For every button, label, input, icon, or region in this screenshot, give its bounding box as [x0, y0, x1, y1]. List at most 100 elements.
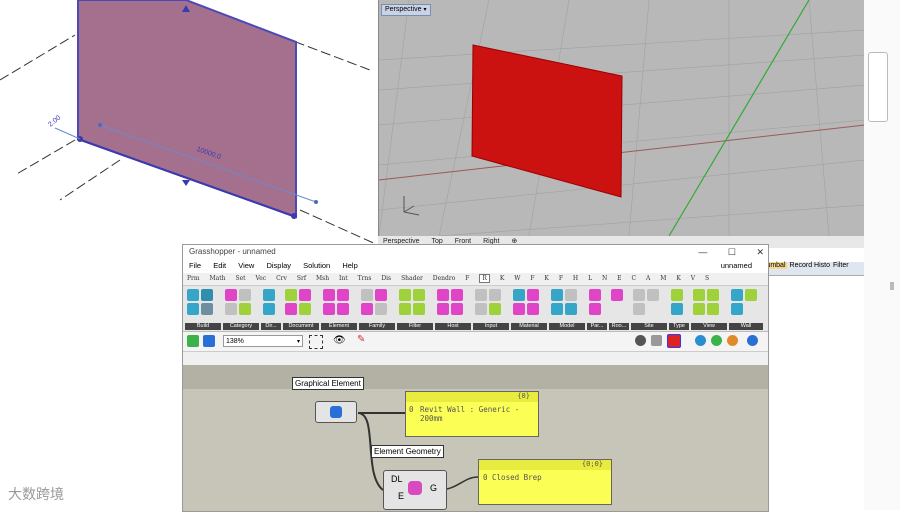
save-file-icon[interactable]: [203, 335, 215, 347]
preview-orange-icon[interactable]: [727, 335, 738, 346]
graphical-element-component[interactable]: [315, 401, 357, 423]
tab-dendro[interactable]: Dendro: [433, 275, 456, 282]
group-wall[interactable]: Wall: [729, 288, 763, 330]
scroll-thumb[interactable]: [890, 282, 894, 290]
tab-crv[interactable]: Crv: [276, 275, 287, 282]
menu-bar: File Edit View Display Solution Help unn…: [183, 259, 768, 273]
group-material[interactable]: Material: [511, 288, 547, 330]
tab-f3[interactable]: F: [559, 275, 563, 282]
group-category[interactable]: Category: [223, 288, 259, 330]
osnap-panel: Gumbal Record Histo Filter: [757, 262, 865, 276]
group-room-label: Roo...: [609, 323, 629, 330]
group-build[interactable]: Build: [185, 288, 221, 330]
panel-text: Closed Brep: [492, 473, 542, 482]
zoom-dropdown[interactable]: 138% ▾: [223, 335, 303, 347]
group-room[interactable]: Roo...: [609, 288, 629, 330]
preview-shaded-icon[interactable]: [667, 334, 681, 348]
tab-set[interactable]: Set: [235, 275, 245, 282]
tab-trns[interactable]: Trns: [358, 275, 372, 282]
rhino-viewport[interactable]: Perspective ▾: [378, 0, 866, 248]
tab-a[interactable]: A: [646, 275, 650, 282]
wires: [357, 412, 479, 491]
panel-header: {0;0}: [479, 460, 611, 470]
tab-dis[interactable]: Dis: [381, 275, 391, 282]
group-element[interactable]: Element: [321, 288, 357, 330]
group-host[interactable]: Host: [435, 288, 471, 330]
group-host-label: Host: [435, 323, 471, 330]
brep-output-panel[interactable]: {0;0} 0 Closed Brep: [478, 459, 612, 505]
tab-c[interactable]: C: [631, 275, 636, 282]
group-family[interactable]: Family: [359, 288, 395, 330]
graphical-element-label: Graphical Element: [292, 377, 364, 390]
viewport-label[interactable]: Perspective ▾: [381, 4, 431, 16]
tab-vec[interactable]: Vec: [255, 275, 266, 282]
tab-k3[interactable]: K: [676, 275, 680, 282]
wall-output-panel[interactable]: {0} 0 Revit Wall : Generic - 200mm: [405, 391, 539, 437]
group-category-label: Category: [223, 323, 259, 330]
preview-green-icon[interactable]: [711, 335, 722, 346]
group-parameter[interactable]: Par...: [587, 288, 607, 330]
tab-e[interactable]: E: [617, 275, 621, 282]
tab-prm[interactable]: Prm: [187, 275, 200, 282]
minimize-button[interactable]: —: [698, 247, 707, 257]
group-directshape[interactable]: Dir...: [261, 288, 281, 330]
tab-n[interactable]: N: [602, 275, 607, 282]
element-geometry-label: Element Geometry: [371, 445, 444, 458]
menu-file[interactable]: File: [189, 261, 201, 270]
gh-canvas[interactable]: Graphical Element {0} 0 Revit Wall : Gen…: [183, 365, 768, 511]
group-document[interactable]: Document: [283, 288, 319, 330]
grasshopper-window: Grasshopper - unnamed — ☐ ✕ File Edit Vi…: [182, 244, 769, 512]
group-view[interactable]: View: [691, 288, 727, 330]
open-file-icon[interactable]: [187, 335, 199, 347]
sketch-icon[interactable]: [309, 335, 323, 349]
chevron-down-icon[interactable]: ▾: [424, 7, 427, 13]
tab-f[interactable]: F: [465, 275, 469, 282]
group-input[interactable]: Input: [473, 288, 509, 330]
title-bar[interactable]: Grasshopper - unnamed — ☐ ✕: [183, 245, 768, 259]
record-history-toggle[interactable]: Record Histo: [790, 262, 830, 269]
tab-l[interactable]: L: [588, 275, 592, 282]
tab-int[interactable]: Int: [339, 275, 348, 282]
tab-k[interactable]: K: [500, 275, 504, 282]
input-e[interactable]: E: [398, 491, 404, 501]
element-geometry-component[interactable]: DL E G: [383, 470, 447, 510]
tab-v[interactable]: V: [691, 275, 695, 282]
tab-h[interactable]: H: [573, 275, 578, 282]
preview-selected-icon[interactable]: [695, 335, 706, 346]
close-button[interactable]: ✕: [756, 247, 764, 257]
right-sidebar: [864, 0, 900, 510]
tab-k2[interactable]: K: [544, 275, 548, 282]
group-model[interactable]: Model: [549, 288, 585, 330]
menu-solution[interactable]: Solution: [303, 261, 330, 270]
preview-none-icon[interactable]: [635, 335, 646, 346]
tab-w[interactable]: W: [514, 275, 520, 282]
group-filter[interactable]: Filter: [397, 288, 433, 330]
menu-view[interactable]: View: [238, 261, 254, 270]
group-type[interactable]: Type: [669, 288, 689, 330]
tab-math[interactable]: Math: [210, 275, 226, 282]
output-g[interactable]: G: [430, 483, 437, 493]
input-dl[interactable]: DL: [391, 474, 403, 484]
eye-icon[interactable]: 👁: [333, 335, 346, 346]
tab-shader[interactable]: Shader: [401, 275, 423, 282]
filter-toggle[interactable]: Filter: [833, 262, 849, 269]
group-site[interactable]: Site: [631, 288, 667, 330]
tab-rhino-inside-revit[interactable]: R: [479, 274, 490, 283]
tab-s[interactable]: S: [705, 275, 709, 282]
tab-srf[interactable]: Srf: [297, 275, 306, 282]
group-document-label: Document: [283, 323, 319, 330]
menu-help[interactable]: Help: [342, 261, 357, 270]
menu-display[interactable]: Display: [266, 261, 291, 270]
menu-edit[interactable]: Edit: [213, 261, 226, 270]
tab-msh[interactable]: Msh: [316, 275, 329, 282]
preview-mesh-icon[interactable]: [747, 335, 758, 346]
pen-icon[interactable]: ✎: [357, 334, 365, 345]
tab-m[interactable]: M: [660, 275, 666, 282]
maximize-button[interactable]: ☐: [728, 247, 736, 257]
document-name[interactable]: unnamed: [721, 259, 752, 273]
group-build-label: Build: [185, 323, 221, 330]
tab-f2[interactable]: F: [530, 275, 534, 282]
panel-index: 0: [409, 405, 414, 414]
preview-wireframe-icon[interactable]: [651, 335, 662, 346]
group-type-label: Type: [669, 323, 689, 330]
